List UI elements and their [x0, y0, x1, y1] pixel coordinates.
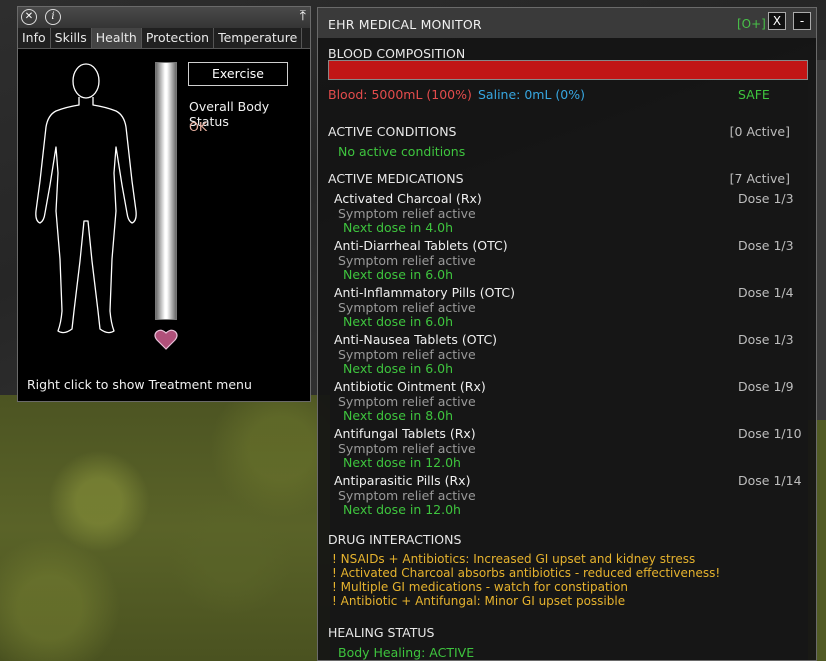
medication-name: Anti-Nausea Tablets (OTC) [334, 332, 498, 347]
medication-name: Antibiotic Ointment (Rx) [334, 379, 486, 394]
monitor-title: EHR MEDICAL MONITOR [328, 17, 482, 32]
medication-dose: Dose 1/4 [738, 285, 794, 300]
health-panel: ✕ i ⤒ Info Skills Health Protection Temp… [17, 6, 311, 402]
no-conditions-text: No active conditions [338, 144, 466, 159]
medication-next-dose: Next dose in 12.0h [343, 502, 461, 517]
blood-safety-badge: SAFE [738, 87, 770, 102]
saline-text: Saline: 0mL (0%) [478, 87, 585, 102]
healing-heading: HEALING STATUS [328, 625, 435, 640]
medication-dose: Dose 1/9 [738, 379, 794, 394]
medication-dose: Dose 1/3 [738, 191, 794, 206]
healing-status-text: Body Healing: ACTIVE [338, 645, 475, 660]
minimize-button[interactable]: - [793, 12, 811, 30]
medication-name: Activated Charcoal (Rx) [334, 191, 482, 206]
medication-name: Anti-Inflammatory Pills (OTC) [334, 285, 515, 300]
medication-status: Symptom relief active [338, 488, 476, 503]
tab-protection[interactable]: Protection [142, 28, 215, 48]
monitor-titlebar[interactable]: EHR MEDICAL MONITOR [O+] X - [318, 8, 816, 38]
exercise-button[interactable]: Exercise [188, 62, 288, 86]
medication-next-dose: Next dose in 6.0h [343, 267, 454, 282]
medication-next-dose: Next dose in 6.0h [343, 314, 454, 329]
medical-monitor-panel: EHR MEDICAL MONITOR [O+] X - BLOOD COMPO… [317, 7, 817, 661]
medication-dose: Dose 1/3 [738, 332, 794, 347]
medications-count: [7 Active] [729, 171, 790, 186]
close-icon[interactable]: ✕ [21, 9, 37, 25]
interaction-warning: ! Multiple GI medications - watch for co… [332, 580, 628, 594]
medications-heading: ACTIVE MEDICATIONS [328, 171, 464, 186]
health-panel-titlebar[interactable]: ✕ i ⤒ [18, 7, 310, 28]
info-icon[interactable]: i [45, 9, 61, 25]
medication-status: Symptom relief active [338, 300, 476, 315]
medication-status: Symptom relief active [338, 394, 476, 409]
close-button[interactable]: X [768, 12, 786, 30]
medication-next-dose: Next dose in 12.0h [343, 455, 461, 470]
medication-status: Symptom relief active [338, 347, 476, 362]
tab-skills[interactable]: Skills [51, 28, 92, 48]
blood-volume-text: Blood: 5000mL (100%) [328, 87, 472, 102]
overall-status-label: Overall Body Status [189, 99, 270, 129]
interaction-warning: ! Antibiotic + Antifungal: Minor GI upse… [332, 594, 626, 608]
medication-next-dose: Next dose in 4.0h [343, 220, 454, 235]
interaction-warning: ! Activated Charcoal absorbs antibiotics… [332, 566, 721, 580]
medication-dose: Dose 1/10 [738, 426, 802, 441]
treatment-hint: Right click to show Treatment menu [27, 377, 252, 392]
conditions-count: [0 Active] [729, 124, 790, 139]
pin-icon[interactable]: ⤒ [300, 8, 306, 24]
grass-terrain [0, 395, 330, 661]
medication-status: Symptom relief active [338, 441, 476, 456]
conditions-heading: ACTIVE CONDITIONS [328, 124, 457, 139]
health-level-bar [155, 62, 177, 320]
medication-name: Anti-Diarrheal Tablets (OTC) [334, 238, 508, 253]
blood-heading: BLOOD COMPOSITION [328, 46, 466, 61]
medication-name: Antifungal Tablets (Rx) [334, 426, 476, 441]
tab-temperature[interactable]: Temperature [214, 28, 303, 48]
heart-icon [154, 329, 178, 350]
interactions-heading: DRUG INTERACTIONS [328, 532, 462, 547]
interaction-warning: ! NSAIDs + Antibiotics: Increased GI ups… [332, 552, 696, 566]
medication-name: Antiparasitic Pills (Rx) [334, 473, 471, 488]
blood-level-bar [328, 60, 808, 80]
tab-health[interactable]: Health [91, 28, 142, 48]
medication-next-dose: Next dose in 8.0h [343, 408, 454, 423]
body-silhouette[interactable] [26, 61, 146, 341]
tab-bar: Info Skills Health Protection Temperatur… [18, 28, 310, 49]
expand-button[interactable]: [O+] [737, 17, 766, 31]
medication-status: Symptom relief active [338, 206, 476, 221]
medication-dose: Dose 1/3 [738, 238, 794, 253]
medication-status: Symptom relief active [338, 253, 476, 268]
medication-dose: Dose 1/14 [738, 473, 802, 488]
medication-next-dose: Next dose in 6.0h [343, 361, 454, 376]
overall-status-value: OK [189, 119, 208, 134]
tab-info[interactable]: Info [18, 28, 51, 48]
